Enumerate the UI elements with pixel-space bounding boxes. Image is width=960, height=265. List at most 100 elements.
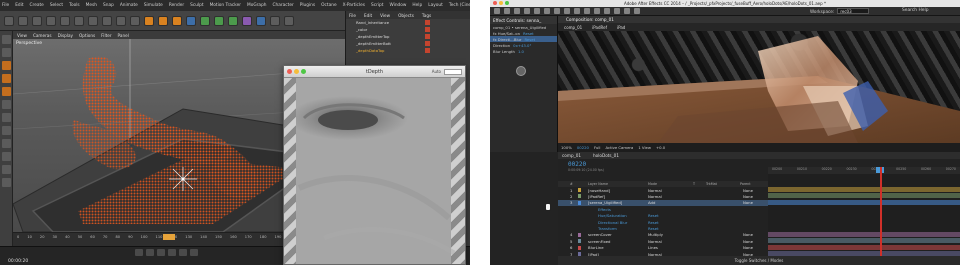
layer-duration-bar[interactable] [768, 244, 960, 250]
layer-name[interactable]: screenCover [588, 232, 612, 237]
layer-parent[interactable]: None [743, 200, 753, 205]
layer-duration-bar[interactable] [768, 193, 960, 199]
layer-parent[interactable]: None [743, 188, 753, 193]
object-tag-icon[interactable] [425, 27, 430, 32]
live-select-icon[interactable] [32, 15, 42, 26]
camera-tool-icon[interactable] [544, 8, 550, 14]
layer-parent[interactable]: None [743, 245, 753, 250]
composition-tab[interactable]: Composition: comp_01 [558, 16, 960, 23]
lock-icon[interactable] [1, 152, 11, 161]
layer-mode[interactable]: Lines [648, 245, 658, 250]
c4d-menu-item[interactable]: Render [169, 3, 184, 8]
effect-value[interactable]: Reset [524, 37, 535, 42]
layer-mode[interactable]: Multiply [648, 232, 663, 237]
edges-mode-icon[interactable] [1, 74, 11, 83]
workspace-dropdown[interactable]: rec03 [837, 8, 870, 14]
search-help[interactable]: Search Help [902, 8, 929, 13]
c4d-menu-item[interactable]: X-Particles [343, 3, 365, 8]
c4d-menu-item[interactable]: Tech (Cinema) [449, 3, 470, 8]
c4d-menu-item[interactable]: Edit [15, 3, 23, 8]
rotate-icon[interactable] [74, 15, 84, 26]
effect-value[interactable]: 1.0 [518, 49, 524, 54]
cube-icon[interactable] [186, 15, 196, 26]
solo-icon[interactable] [1, 178, 11, 187]
z-axis-icon[interactable] [116, 15, 126, 26]
layer-parent[interactable]: None [743, 239, 753, 244]
layer-label-color[interactable] [578, 239, 581, 244]
eraser-tool-icon[interactable] [614, 8, 620, 14]
c4d-menu-item[interactable]: Simulate [144, 3, 163, 8]
composition-footer-control[interactable]: 100% [561, 145, 572, 150]
c4d-menu-item[interactable]: Octane [321, 3, 336, 8]
model-mode-icon[interactable] [1, 35, 11, 44]
pen-tool-icon[interactable] [574, 8, 580, 14]
mask-tool-icon[interactable] [564, 8, 570, 14]
layer-mode[interactable]: Normal [648, 239, 662, 244]
composition-footer-control[interactable]: 00220 [577, 145, 589, 150]
layer-name[interactable]: Hue/Saturation [598, 213, 627, 218]
layer-name[interactable]: BlurLine [588, 245, 604, 250]
object-row[interactable]: _depthDataTop [346, 47, 470, 54]
render-view-icon[interactable] [144, 15, 154, 26]
layer-name[interactable]: Directional Blur [598, 220, 627, 225]
layer-name[interactable]: [noseHand] [588, 188, 610, 193]
layer-name[interactable]: screenFixed [588, 239, 610, 244]
tweak-mode-icon[interactable] [1, 113, 11, 122]
c4d-menu-item[interactable]: Character [273, 3, 294, 8]
effect-row[interactable]: Blur Length 1.0 [490, 48, 557, 54]
current-time-indicator[interactable] [880, 167, 882, 256]
layer-mode[interactable]: Reset [648, 213, 659, 218]
c4d-menu-item[interactable]: Sculpt [190, 3, 203, 8]
layer-name[interactable]: Transform [598, 226, 617, 231]
floor-icon[interactable] [256, 15, 266, 26]
undo-icon[interactable] [4, 15, 14, 26]
clone-tool-icon[interactable] [604, 8, 610, 14]
object-row[interactable]: _depthEmitterTop [346, 33, 470, 40]
object-row[interactable]: _depthEmitterBott [346, 40, 470, 47]
y-axis-icon[interactable] [102, 15, 112, 26]
toggle-switches-modes[interactable]: Toggle Switches / Modes [735, 258, 784, 263]
effect-controls-tab[interactable]: Effect Controls: senna_ [490, 16, 557, 24]
viewport-menu-item[interactable]: Options [79, 33, 95, 38]
layer-label-color[interactable] [578, 245, 581, 250]
redo-icon[interactable] [18, 15, 28, 26]
x-axis-icon[interactable] [88, 15, 98, 26]
texture-mode-icon[interactable] [1, 48, 11, 57]
object-manager-menu-item[interactable]: View [380, 13, 390, 18]
c4d-menu-item[interactable]: Select [50, 3, 63, 8]
last-frame-icon[interactable] [179, 249, 187, 256]
move-icon[interactable] [46, 15, 56, 26]
c4d-menu-item[interactable]: Motion Tracker [210, 3, 241, 8]
snap-icon[interactable] [1, 126, 11, 135]
composition-subtab[interactable]: comp_01 [564, 25, 582, 30]
effect-value[interactable]: 0x+43.0° [513, 43, 531, 48]
zoom-tool-icon[interactable] [524, 8, 530, 14]
object-manager-menu-item[interactable]: Tags [422, 13, 431, 18]
deformer-icon[interactable] [242, 15, 252, 26]
viewport-menu-item[interactable]: Display [58, 33, 73, 38]
rotate-tool-icon[interactable] [534, 8, 540, 14]
prev-key-icon[interactable] [146, 249, 154, 256]
layer-mode[interactable]: Reset [648, 226, 659, 231]
play-icon[interactable] [157, 249, 165, 256]
object-row[interactable]: Rand_Inheritance [346, 19, 470, 26]
zoom-field[interactable] [444, 69, 462, 75]
object-tag-icon[interactable] [425, 34, 430, 39]
object-manager-menu-item[interactable]: File [349, 13, 356, 18]
c4d-menu-item[interactable]: Create [30, 3, 44, 8]
composition-footer-control[interactable]: +0.0 [656, 145, 665, 150]
world-coord-icon[interactable] [130, 15, 140, 26]
effect-value[interactable]: Reset [523, 31, 534, 36]
record-icon[interactable] [190, 249, 198, 256]
layer-mode[interactable]: Normal [648, 188, 662, 193]
c4d-menu-item[interactable]: Window [389, 3, 406, 8]
layer-duration-bar[interactable] [768, 231, 960, 237]
layer-label-color[interactable] [578, 188, 581, 192]
direction-dial[interactable] [516, 66, 526, 76]
c4d-menu-item[interactable]: Mesh [86, 3, 97, 8]
composition-footer-control[interactable]: Active Camera [605, 145, 633, 150]
object-tag-icon[interactable] [425, 48, 430, 53]
object-manager-menu-item[interactable]: Edit [364, 13, 372, 18]
layer-name[interactable]: Effects [598, 207, 611, 212]
current-time[interactable]: 00220 [568, 161, 586, 168]
